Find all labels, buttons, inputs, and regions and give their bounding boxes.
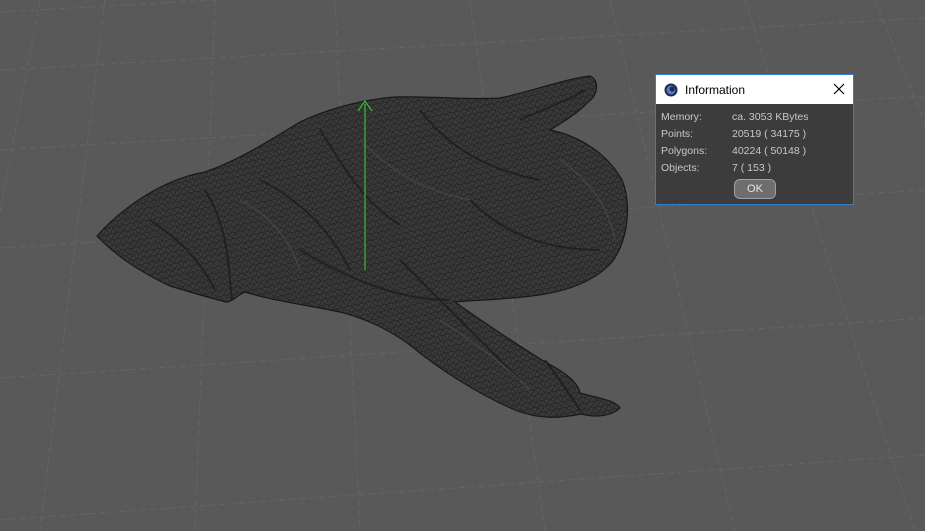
dialog-title: Information	[685, 83, 746, 97]
points-label: Points:	[661, 128, 694, 140]
memory-label: Memory:	[661, 111, 702, 123]
points-value: 20519 ( 34175 )	[732, 128, 807, 140]
points-row: Points: 20519 ( 34175 )	[661, 127, 851, 141]
polygons-label: Polygons:	[661, 145, 708, 157]
objects-row: Objects: 7 ( 153 )	[661, 161, 851, 175]
close-icon[interactable]	[831, 81, 847, 97]
objects-value: 7 ( 153 )	[732, 162, 772, 174]
cloth-mesh[interactable]	[96, 75, 629, 418]
polygons-value: 40224 ( 50148 )	[732, 145, 807, 157]
ok-button[interactable]: OK	[734, 179, 776, 199]
memory-value: ca. 3053 KBytes	[732, 111, 809, 123]
cinema4d-logo-icon	[664, 83, 678, 97]
dialog-titlebar: Information	[656, 75, 853, 104]
objects-label: Objects:	[661, 162, 700, 174]
information-dialog: Information Memory: ca. 3053 KBytes Poin…	[655, 74, 854, 205]
polygons-row: Polygons: 40224 ( 50148 )	[661, 144, 851, 158]
memory-row: Memory: ca. 3053 KBytes	[661, 110, 851, 124]
